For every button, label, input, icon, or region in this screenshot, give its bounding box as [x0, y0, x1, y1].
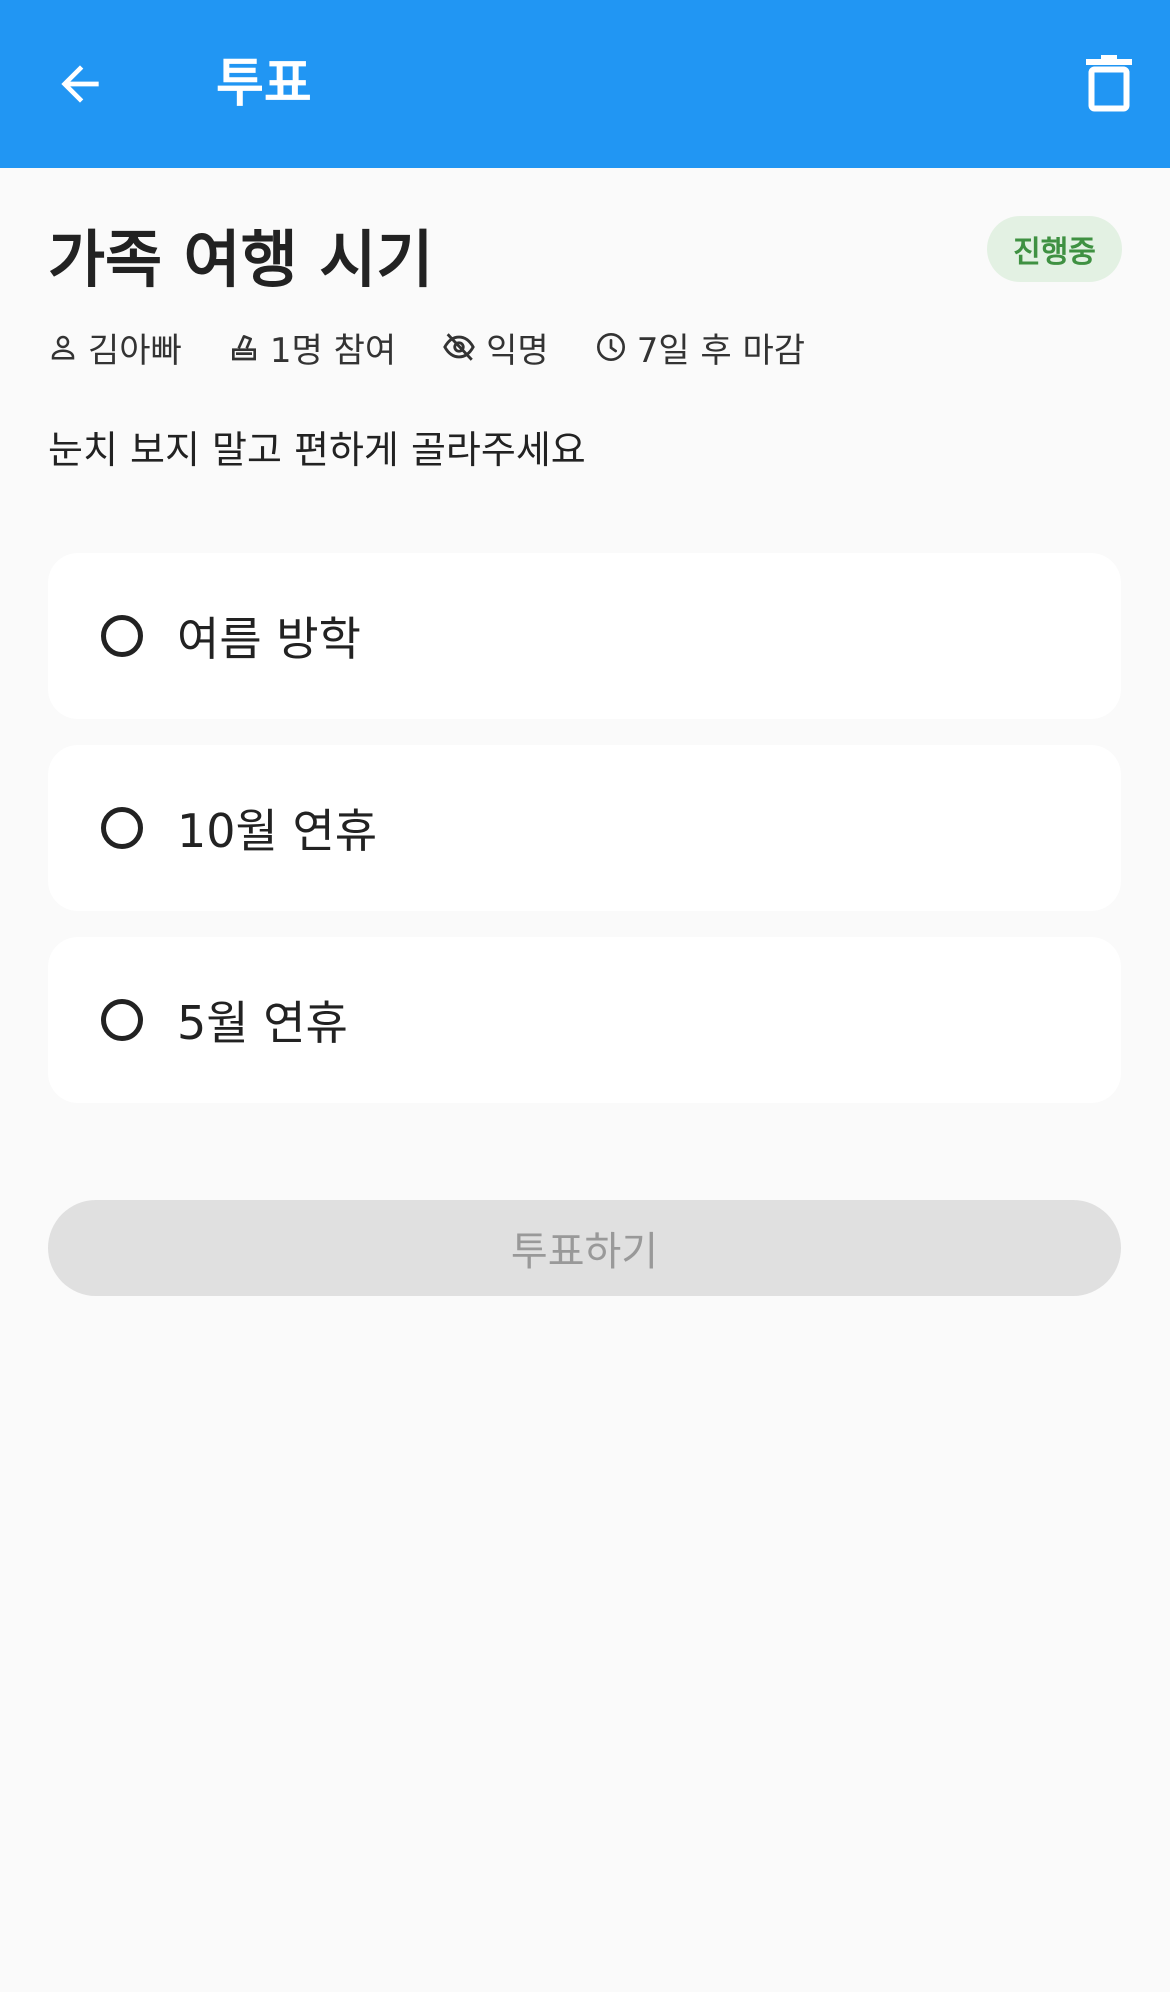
option-label: 여름 방학 — [177, 612, 361, 666]
meta-deadline: 7일 후 마감 — [595, 323, 805, 372]
page-title: 투표 — [216, 54, 312, 114]
radio-button[interactable] — [101, 999, 143, 1041]
anonymous-label: 익명 — [486, 330, 549, 371]
radio-button[interactable] — [101, 807, 143, 849]
delete-button[interactable] — [1069, 44, 1149, 124]
radio-button[interactable] — [101, 615, 143, 657]
deadline-label: 7일 후 마감 — [636, 330, 806, 371]
meta-participants: 1명 참여 — [228, 323, 396, 372]
poll-option[interactable]: 여름 방학 — [48, 553, 1121, 719]
vote-button[interactable]: 투표하기 — [48, 1200, 1121, 1296]
app-bar: 투표 — [0, 0, 1170, 168]
poll-description: 눈치 보지 말고 편하게 골라주세요 — [48, 428, 586, 472]
author-name: 김아빠 — [88, 330, 182, 371]
person-icon — [51, 335, 75, 360]
status-badge: 진행중 — [987, 216, 1122, 282]
poll-option[interactable]: 10월 연휴 — [48, 745, 1121, 911]
meta-anonymous: 익명 — [442, 323, 549, 372]
poll-meta: 김아빠 1명 참여 익명 7일 후 마감 — [48, 322, 851, 372]
ballot-box-icon — [231, 335, 256, 361]
arrow-left-icon — [61, 65, 99, 103]
eye-off-icon — [443, 333, 475, 361]
poll-option[interactable]: 5월 연휴 — [48, 937, 1121, 1103]
poll-title: 가족 여행 시기 — [48, 223, 434, 296]
poll-options: 여름 방학 10월 연휴 5월 연휴 — [48, 553, 1121, 1129]
meta-author: 김아빠 — [48, 323, 182, 372]
participant-count: 1명 참여 — [269, 330, 397, 371]
option-label: 5월 연휴 — [177, 996, 348, 1050]
option-label: 10월 연휴 — [177, 804, 378, 858]
trash-icon — [1086, 55, 1132, 112]
clock-icon — [596, 333, 625, 361]
back-button[interactable] — [40, 44, 120, 124]
